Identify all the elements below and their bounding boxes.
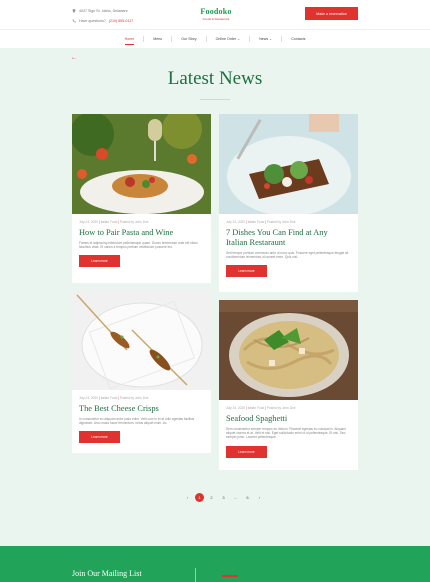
pagination-page[interactable]: 6	[243, 493, 252, 502]
post-meta: July 24, 2020 | Italian Food | Posted by…	[79, 396, 149, 400]
post-title[interactable]: Seafood Spaghetti	[226, 414, 351, 424]
news-card: July 24, 2020 | Italian Food | Posted by…	[219, 114, 358, 292]
main-nav: Home Menu Our Story Online Order ⌄ News …	[0, 29, 430, 48]
learn-more-button[interactable]: Learn more	[79, 255, 120, 268]
post-excerpt: Fames et adipiscing bibendum pellentesqu…	[79, 241, 198, 250]
header-contact: 4037 Sign St. Idaho, Delaware Have quest…	[72, 6, 133, 26]
nav-item-our-story[interactable]: Our Story	[172, 30, 205, 49]
news-card: July 24, 2020 | Italian Food | Posted by…	[72, 290, 211, 453]
site-footer: Join Our Mailing List	[0, 546, 430, 582]
back-arrow-icon[interactable]: ←	[71, 55, 77, 61]
footer-divider	[195, 568, 196, 582]
nav-item-home[interactable]: Home	[116, 30, 144, 49]
learn-more-button[interactable]: Learn more	[226, 445, 267, 458]
post-title[interactable]: How to Pair Pasta and Wine	[79, 228, 204, 238]
post-meta: July 24, 2020 | Italian Food | Posted by…	[226, 406, 296, 410]
learn-more-button[interactable]: Learn more	[79, 431, 120, 444]
post-excerpt: Sed tempor pretium commodo ante ut nunc …	[226, 251, 349, 260]
pagination-page[interactable]: 3	[219, 493, 228, 502]
post-excerpt: In consectetur eu aliquam dolor justo en…	[79, 417, 195, 426]
header-address: 4037 Sign St. Idaho, Delaware	[79, 9, 128, 13]
post-meta: July 24, 2020 | Italian Food | Posted by…	[226, 220, 296, 224]
pagination-next-icon[interactable]: ›	[255, 493, 264, 502]
nav-item-news[interactable]: News ⌄	[250, 30, 281, 49]
pagination-page[interactable]: 2	[207, 493, 216, 502]
header-phone-label: Have questions?	[79, 19, 106, 23]
pasta-wine-image[interactable]	[72, 114, 211, 214]
site-header: 4037 Sign St. Idaho, Delaware Have quest…	[0, 0, 430, 48]
news-card: July 24, 2020 | Italian Food | Posted by…	[219, 300, 358, 470]
mailing-list-title: Join Our Mailing List	[72, 569, 142, 578]
phone-icon	[72, 19, 76, 23]
italian-dishes-image[interactable]	[219, 114, 358, 214]
pagination: ‹ 1 2 3 ... 6 ›	[183, 493, 264, 502]
logo-tagline: Foods & Restaurant	[202, 17, 230, 21]
learn-more-button[interactable]: Learn more	[226, 265, 267, 278]
header-phone-number[interactable]: (210) 555-0117	[109, 16, 133, 26]
nav-item-contacts[interactable]: Contacts	[282, 30, 314, 49]
seafood-spaghetti-image[interactable]	[219, 300, 358, 400]
post-title[interactable]: The Best Cheese Crisps	[79, 404, 204, 414]
post-excerpt: Sem consectetur semper tempus eu dictum.…	[226, 427, 346, 440]
site-logo[interactable]: Foodoko Foods & Restaurant	[193, 7, 239, 21]
cheese-crisps-image[interactable]	[72, 290, 211, 390]
make-reservation-button[interactable]: Make a reservation	[305, 7, 358, 20]
footer-logo	[222, 575, 238, 582]
logo-name: Foodoko	[200, 7, 232, 16]
title-divider	[200, 99, 230, 100]
map-pin-icon	[72, 9, 76, 13]
news-card: July 24, 2020 | Italian Food | Posted by…	[72, 114, 211, 283]
nav-item-menu[interactable]: Menu	[144, 30, 171, 49]
pagination-page-current[interactable]: 1	[195, 493, 204, 502]
pagination-ellipsis: ...	[233, 495, 238, 500]
nav-item-online-order[interactable]: Online Order ⌄	[207, 30, 250, 49]
pagination-prev-icon[interactable]: ‹	[183, 493, 192, 502]
post-meta: July 24, 2020 | Italian Food | Posted by…	[79, 220, 149, 224]
post-title[interactable]: 7 Dishes You Can Find at Any Italian Res…	[226, 228, 351, 248]
page-title: Latest News	[167, 68, 263, 89]
